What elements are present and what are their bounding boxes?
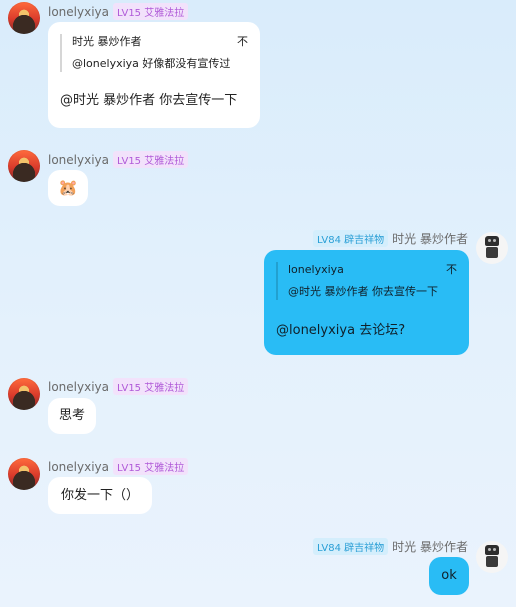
- sender-nickname[interactable]: 时光 暴炒作者: [392, 538, 468, 555]
- sender-name-row: LV84 辟吉祥物 时光 暴炒作者: [309, 538, 468, 555]
- message-bubble[interactable]: ok: [429, 557, 469, 595]
- level-badge: LV15 艾雅法拉: [113, 378, 189, 395]
- quoted-reply[interactable]: 时光 暴炒作者 不 @lonelyxiya 好像都没有宣传过: [60, 34, 248, 72]
- sender-nickname[interactable]: lonelyxiya: [48, 5, 109, 19]
- sender-nickname[interactable]: lonelyxiya: [48, 153, 109, 167]
- robot-avatar-icon: [484, 236, 500, 260]
- sender-name-row: lonelyxiya LV15 艾雅法拉: [48, 458, 192, 475]
- sender-name-row: lonelyxiya LV15 艾雅法拉: [48, 151, 192, 168]
- quote-author: 时光 暴炒作者: [72, 35, 142, 48]
- sender-nickname[interactable]: 时光 暴炒作者: [392, 230, 468, 247]
- quote-text: @lonelyxiya 好像都没有宣传过: [72, 57, 231, 70]
- message-bubble[interactable]: lonelyxiya 不 @时光 暴炒作者 你去宣传一下 @lonelyxiya…: [264, 250, 469, 355]
- quote-author: lonelyxiya: [288, 263, 344, 276]
- message-text: 你发一下（）: [60, 487, 139, 503]
- quote-text: @时光 暴炒作者 你去宣传一下: [288, 285, 438, 298]
- message-bubble[interactable]: 时光 暴炒作者 不 @lonelyxiya 好像都没有宣传过 @时光 暴炒作者 …: [48, 22, 260, 128]
- level-badge: LV15 艾雅法拉: [113, 3, 189, 20]
- message-text: @时光 暴炒作者 你去宣传一下: [60, 93, 238, 108]
- level-badge: LV84 辟吉祥物: [312, 538, 389, 555]
- avatar[interactable]: [8, 2, 40, 34]
- level-badge: LV84 辟吉祥物: [312, 230, 389, 247]
- sender-name-row: lonelyxiya LV15 艾雅法拉: [48, 3, 192, 20]
- hamster-emoji-icon: 🐹: [58, 178, 78, 197]
- avatar[interactable]: [476, 541, 508, 573]
- sender-name-row: LV84 辟吉祥物 时光 暴炒作者: [309, 230, 468, 247]
- message-text: 思考: [58, 408, 85, 423]
- message-bubble[interactable]: 🐹: [48, 170, 88, 206]
- message-bubble[interactable]: 思考: [48, 398, 96, 434]
- level-badge: LV15 艾雅法拉: [113, 151, 189, 168]
- avatar[interactable]: [8, 150, 40, 182]
- robot-avatar-icon: [484, 545, 500, 569]
- quote-tail: 不: [446, 263, 457, 276]
- quoted-reply[interactable]: lonelyxiya 不 @时光 暴炒作者 你去宣传一下: [276, 262, 457, 300]
- quote-tail: 不: [237, 35, 248, 48]
- message-bubble[interactable]: 你发一下（）: [48, 477, 152, 514]
- avatar[interactable]: [8, 378, 40, 410]
- sender-name-row: lonelyxiya LV15 艾雅法拉: [48, 378, 192, 395]
- avatar[interactable]: [8, 458, 40, 490]
- message-text: @lonelyxiya 去论坛?: [276, 323, 406, 338]
- avatar[interactable]: [476, 232, 508, 264]
- sender-nickname[interactable]: lonelyxiya: [48, 460, 109, 474]
- sender-nickname[interactable]: lonelyxiya: [48, 380, 109, 394]
- level-badge: LV15 艾雅法拉: [113, 458, 189, 475]
- message-text: ok: [441, 568, 457, 583]
